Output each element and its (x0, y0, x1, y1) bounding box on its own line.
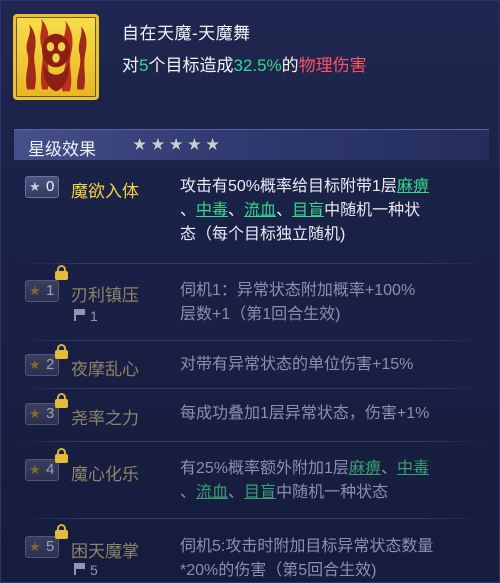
star-icon: ★ (150, 135, 166, 154)
skill-description: 对5个目标造成32.5%的物理伤害 (122, 51, 367, 76)
flag-value: 5 (90, 562, 98, 578)
damage-percent: 32.5% (233, 56, 282, 75)
star-level: 0 (46, 178, 55, 195)
status-keyword-poison[interactable]: 中毒 (397, 460, 429, 477)
star-effect-row-1: ★ 1 刃利镇压 1 伺机1：异常状态附加概率+100% 层数+1（第1回合生效) (14, 265, 489, 337)
desc-text: 、 (180, 202, 197, 219)
lock-icon (55, 344, 68, 359)
star-level-badge: ★ 1 (25, 280, 59, 302)
star-level-badge: ★ 2 (25, 354, 59, 376)
divider (14, 518, 489, 519)
star-level: 1 (46, 282, 55, 299)
star-effect-row-4: ★ 4 魔心化乐 有25%概率额外附加1层麻痹、中毒 、流血、目盲中随机一种状态 (14, 448, 489, 512)
lock-icon (55, 265, 68, 280)
desc-text: 对 (122, 56, 139, 75)
damage-type: 物理伤害 (298, 56, 367, 75)
desc-text: 攻击有50%概率给目标附带1层 (180, 178, 397, 195)
flag-value: 1 (90, 308, 98, 324)
effect-description: 每成功叠加1层异常状态，伤害+1% (180, 402, 485, 426)
desc-text: 中随机一种状态 (276, 484, 389, 501)
divider (14, 263, 489, 264)
star-effect-row-3: ★ 3 尧率之力 每成功叠加1层异常状态，伤害+1% (14, 393, 489, 430)
star-icon: ★ (132, 135, 148, 154)
status-keyword-bleed[interactable]: 流血 (244, 202, 276, 219)
desc-text: 有25%概率额外附加1层 (180, 460, 349, 477)
desc-text: 态（每个目标独立随机) (180, 226, 346, 243)
status-keyword-blind[interactable]: 目盲 (244, 484, 276, 501)
condition-flag: 1 (74, 308, 98, 324)
ghost-flame-icon (13, 14, 99, 100)
star-level-badge: ★ 3 (25, 403, 59, 425)
lock-icon (55, 448, 68, 463)
star-icon: ★ (29, 357, 41, 372)
skill-detail-panel: 自在天魔-天魔舞 对5个目标造成32.5%的物理伤害 星级效果 ★ ★ ★ ★ … (0, 0, 500, 583)
status-keyword-paralysis[interactable]: 麻痹 (349, 460, 381, 477)
effect-name: 刃利镇压 (71, 286, 139, 305)
effect-description: 伺机1：异常状态附加概率+100% 层数+1（第1回合生效) (180, 279, 485, 327)
star-icon: ★ (29, 462, 41, 477)
desc-text: 、 (276, 202, 293, 219)
star-level: 4 (46, 461, 55, 478)
star-icon: ★ (29, 179, 41, 194)
condition-flag: 5 (74, 562, 98, 578)
effect-name: 魔欲入体 (71, 182, 139, 201)
desc-text: 中随机一种状 (324, 202, 421, 219)
star-effect-row-5: ★ 5 困天魔掌 5 伺机5:攻击时附加目标异常状态数量 *20%的伤害（第5回合… (14, 524, 489, 583)
effect-description: 伺机5:攻击时附加目标异常状态数量 *20%的伤害（第5回合生效) (180, 535, 485, 583)
star-effect-row-0: ★ 0 魔欲入体 攻击有50%概率给目标附带1层麻痹 、中毒、流血、目盲中随机一种… (14, 173, 489, 255)
star-icon: ★ (205, 135, 221, 154)
status-keyword-poison[interactable]: 中毒 (196, 202, 228, 219)
star-icon: ★ (29, 283, 41, 298)
star-icon: ★ (186, 135, 202, 154)
effect-description: 对带有异常状态的单位伤害+15% (180, 353, 485, 377)
desc-text: 伺机1：异常状态附加概率+100% (180, 282, 416, 299)
desc-text: 、 (380, 460, 397, 477)
star-effects-header: 星级效果 ★ ★ ★ ★ ★ (14, 129, 489, 160)
desc-text: 层数+1（第1回合生效) (180, 306, 341, 323)
star-icon: ★ (29, 406, 41, 421)
status-keyword-blind[interactable]: 目盲 (292, 202, 324, 219)
star-level-badge: ★ 4 (25, 459, 59, 481)
effect-name: 夜摩乱心 (71, 360, 139, 379)
effect-name: 尧率之力 (71, 409, 139, 428)
desc-text: 、 (228, 484, 245, 501)
star-level: 3 (46, 405, 55, 422)
star-rating: ★ ★ ★ ★ ★ (132, 136, 220, 154)
lock-icon (55, 393, 68, 408)
desc-text: 、 (228, 202, 245, 219)
lock-icon (55, 524, 68, 539)
desc-text: 个目标造成 (148, 56, 234, 75)
divider (14, 441, 489, 442)
star-level-badge: ★ 0 (25, 176, 59, 198)
star-level: 2 (46, 356, 55, 373)
effect-description: 有25%概率额外附加1层麻痹、中毒 、流血、目盲中随机一种状态 (180, 457, 485, 505)
desc-text: 对带有异常状态的单位伤害+15% (180, 356, 414, 373)
status-keyword-bleed[interactable]: 流血 (196, 484, 228, 501)
desc-text: 每成功叠加1层异常状态，伤害+1% (180, 405, 430, 422)
star-level: 5 (46, 538, 55, 555)
star-icon: ★ (29, 539, 41, 554)
effect-name: 困天魔掌 (71, 542, 139, 561)
star-effect-row-2: ★ 2 夜摩乱心 对带有异常状态的单位伤害+15% (14, 344, 489, 382)
desc-text: *20%的伤害（第5回合生效) (180, 562, 377, 579)
star-level-badge: ★ 5 (25, 536, 59, 558)
divider (14, 340, 489, 341)
star-icon: ★ (168, 135, 184, 154)
status-keyword-paralysis[interactable]: 麻痹 (397, 178, 429, 195)
flag-icon (74, 563, 85, 575)
effect-name: 魔心化乐 (71, 465, 139, 484)
section-title: 星级效果 (28, 140, 96, 159)
skill-title: 自在天魔-天魔舞 (122, 24, 251, 43)
divider (14, 388, 489, 389)
desc-text: 伺机5:攻击时附加目标异常状态数量 (180, 538, 434, 555)
desc-text: 、 (180, 484, 197, 501)
effect-description: 攻击有50%概率给目标附带1层麻痹 、中毒、流血、目盲中随机一种状 态（每个目标… (180, 175, 485, 247)
desc-text: 的 (281, 56, 299, 75)
flag-icon (74, 309, 85, 321)
